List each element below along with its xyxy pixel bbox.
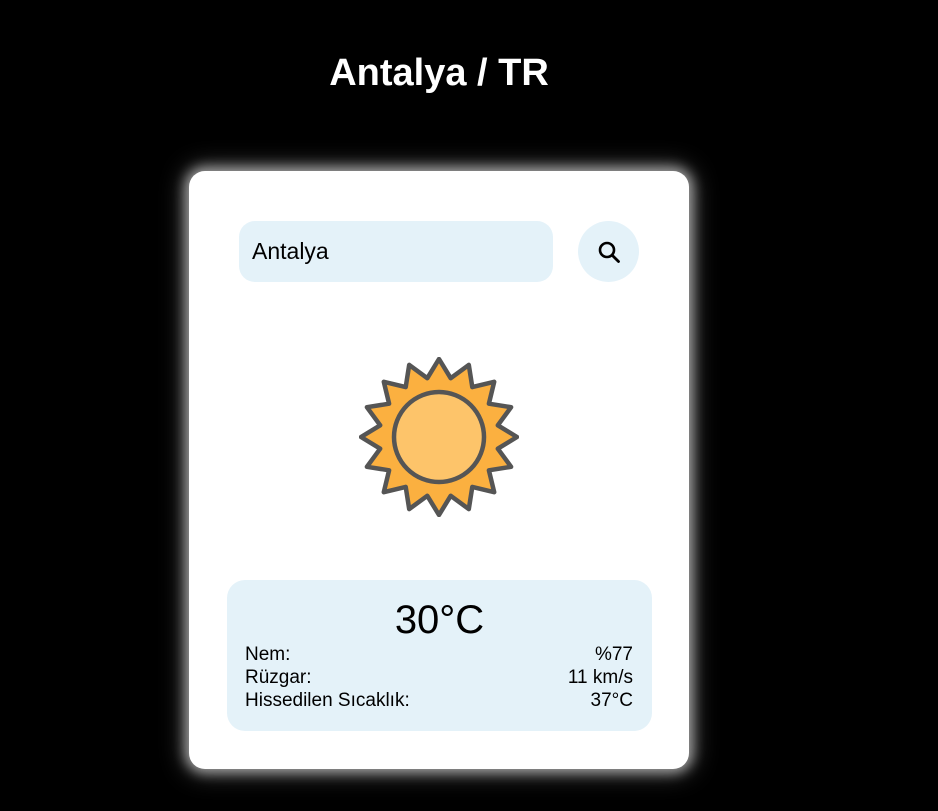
temperature-value: 30°C bbox=[394, 598, 485, 642]
search-button[interactable] bbox=[578, 221, 639, 282]
weather-info-panel: 30°C Nem: %77 Rüzgar: 11 km/s Hissedilen… bbox=[227, 580, 652, 731]
humidity-label: Nem: bbox=[245, 644, 291, 665]
feels-like-row: Hissedilen Sıcaklık: 37°C bbox=[245, 689, 633, 712]
page-title: Antalya / TR bbox=[329, 52, 549, 94]
humidity-row: Nem: %77 bbox=[245, 643, 633, 666]
wind-value: 11 km/s bbox=[567, 667, 633, 688]
wind-row: Rüzgar: 11 km/s bbox=[245, 666, 633, 689]
search-input[interactable] bbox=[239, 221, 553, 282]
humidity-value: %77 bbox=[594, 644, 633, 665]
wind-label: Rüzgar: bbox=[245, 667, 312, 688]
search-icon bbox=[598, 241, 620, 263]
page: Antalya / TR 30°C Nem: %77 Rüzgar: 11 km… bbox=[0, 0, 938, 811]
sun-icon bbox=[359, 357, 519, 517]
feels-like-value: 37°C bbox=[590, 690, 633, 711]
feels-like-label: Hissedilen Sıcaklık: bbox=[245, 690, 410, 711]
weather-card: 30°C Nem: %77 Rüzgar: 11 km/s Hissedilen… bbox=[189, 171, 689, 769]
